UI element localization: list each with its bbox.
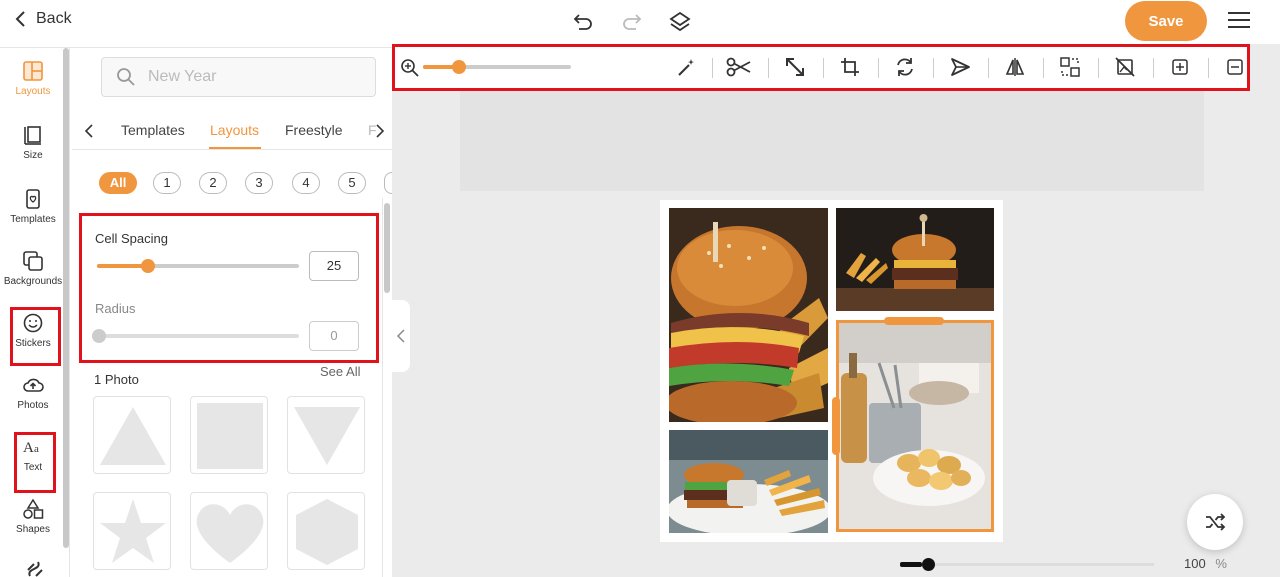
templates-icon [26, 189, 40, 209]
burger-photo [669, 208, 828, 422]
square-icon [197, 403, 263, 469]
back-button[interactable]: Back [14, 10, 72, 28]
filter-all[interactable]: All [99, 172, 137, 194]
inverted-triangle-icon [294, 407, 360, 465]
filter-5[interactable]: 5 [338, 172, 366, 194]
layouts-icon [23, 61, 43, 81]
heart-icon [196, 504, 264, 563]
panel-tabs: Templates Layouts Freestyle F [72, 112, 392, 150]
rail-scrollbar[interactable] [63, 48, 69, 548]
highlight-box-cell-spacing [79, 213, 379, 363]
section-title: 1 Photo [94, 372, 139, 387]
filter-overflow[interactable] [384, 172, 392, 194]
nuggets-photo [839, 323, 991, 529]
see-all-link[interactable]: See All [320, 364, 360, 379]
more-tools-icon[interactable] [24, 558, 46, 577]
rail-label: Backgrounds [3, 276, 63, 287]
star-icon [100, 499, 166, 563]
highlight-box-text [14, 432, 56, 493]
zoom-unit: % [1215, 556, 1227, 571]
shuffle-button[interactable] [1187, 494, 1243, 550]
hexagon-icon [296, 499, 358, 565]
photo-cell-4[interactable] [669, 430, 828, 533]
chevron-left-icon [397, 329, 405, 343]
filter-2[interactable]: 2 [199, 172, 227, 194]
layout-star[interactable] [93, 492, 171, 570]
search-input[interactable] [148, 68, 348, 86]
backgrounds-icon [23, 251, 43, 271]
resize-handle-left[interactable] [832, 397, 840, 455]
photo-cell-1[interactable] [669, 208, 828, 422]
photo-cell-2[interactable] [836, 208, 994, 311]
rail-label: Size [23, 150, 43, 161]
burger-fries-photo [836, 208, 994, 311]
canvas-zoom-readout: 100 % [1184, 556, 1227, 571]
shapes-icon [23, 498, 44, 519]
chevron-left-icon[interactable] [84, 124, 94, 138]
rail-label: Templates [10, 214, 56, 225]
highlight-box-toolbar [392, 44, 1250, 91]
canvas-zoom-fill [900, 562, 922, 567]
active-tab-indicator [209, 147, 261, 149]
top-bar: Back Save [0, 0, 1280, 44]
back-label: Back [36, 10, 72, 27]
redo-icon[interactable] [620, 10, 644, 34]
tab-templates[interactable]: Templates [121, 122, 185, 138]
canvas-zoom-track[interactable] [900, 563, 1154, 566]
canvas-top-area [460, 89, 1204, 191]
triangle-icon [100, 407, 166, 465]
panel-divider [382, 198, 383, 577]
collapse-panel-handle[interactable] [392, 300, 410, 372]
filter-1[interactable]: 1 [153, 172, 181, 194]
photo-cell-3-selected[interactable] [836, 320, 994, 532]
photo-collage [660, 200, 1003, 542]
undo-icon[interactable] [571, 10, 595, 34]
rail-label: Photos [17, 400, 49, 411]
photos-icon [23, 378, 44, 392]
rail-item-photos[interactable]: Photos [0, 374, 66, 411]
rail-item-backgrounds[interactable]: Backgrounds [0, 250, 66, 287]
layout-square[interactable] [190, 396, 268, 474]
tab-layouts[interactable]: Layouts [210, 122, 259, 138]
chevron-left-icon [15, 11, 25, 27]
panel-scrollbar[interactable] [384, 203, 390, 293]
save-button[interactable]: Save [1125, 1, 1207, 41]
burger-plate-photo [669, 430, 828, 533]
layout-triangle[interactable] [93, 396, 171, 474]
rail-item-size[interactable]: Size [0, 124, 66, 161]
highlight-box-stickers [10, 307, 61, 366]
size-icon [24, 126, 41, 145]
filter-3[interactable]: 3 [245, 172, 273, 194]
layout-hexagon[interactable] [287, 492, 365, 570]
canvas-zoom-handle[interactable] [922, 558, 935, 571]
shuffle-icon [1206, 513, 1226, 531]
layout-inverted-triangle[interactable] [287, 396, 365, 474]
search-icon [117, 68, 135, 86]
rail-item-shapes[interactable]: Shapes [0, 498, 66, 535]
tab-freestyle[interactable]: Freestyle [285, 122, 343, 138]
rail-label: Shapes [16, 524, 50, 535]
layers-icon[interactable] [668, 10, 692, 34]
hamburger-menu-icon[interactable] [1228, 12, 1250, 30]
zoom-value: 100 [1184, 556, 1206, 571]
rail-item-templates[interactable]: Templates [0, 188, 66, 225]
rail-label: Layouts [15, 86, 51, 97]
search-box[interactable] [101, 57, 376, 97]
resize-handle-top[interactable] [884, 317, 944, 325]
layout-heart[interactable] [190, 492, 268, 570]
chevron-right-icon[interactable] [375, 124, 385, 138]
rail-item-layouts[interactable]: Layouts [0, 60, 66, 97]
filter-4[interactable]: 4 [292, 172, 320, 194]
